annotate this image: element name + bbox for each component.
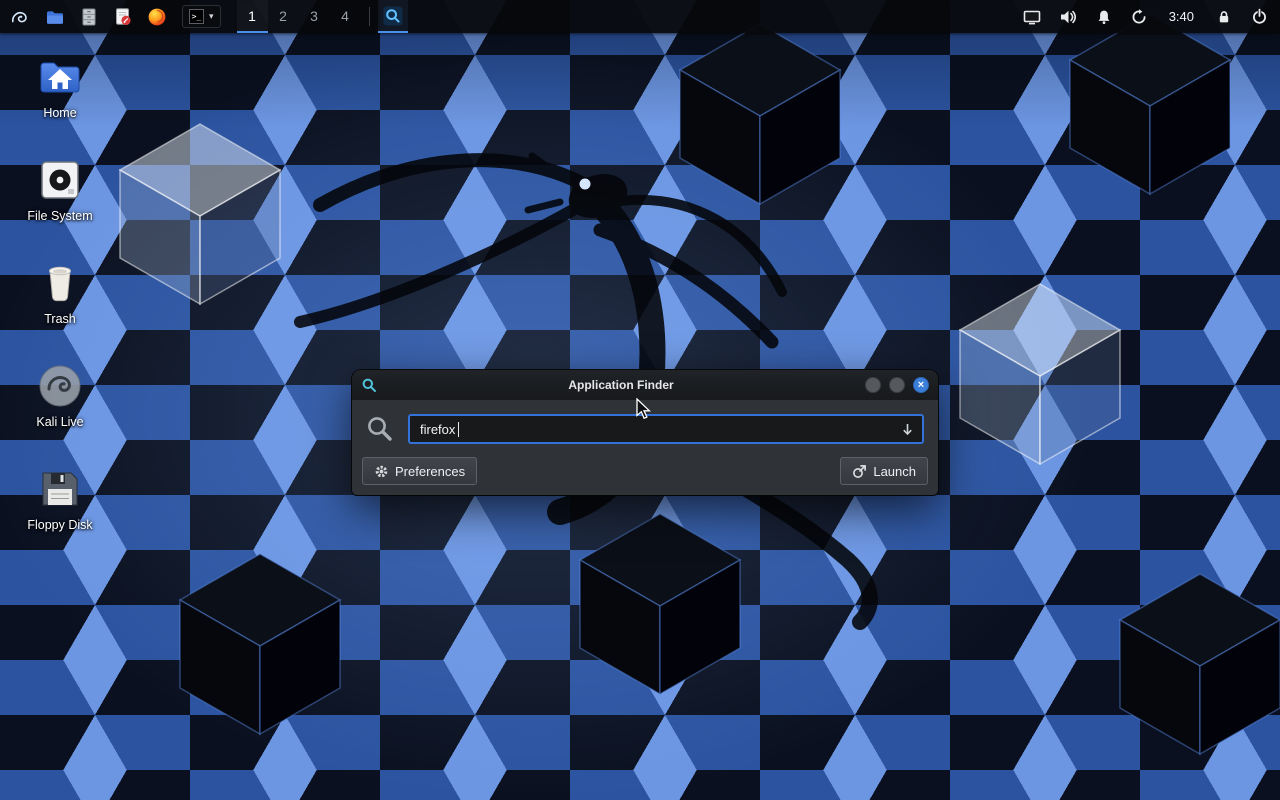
window-body: firefox Preferences: [352, 400, 938, 495]
top-panel: >_ ▾ 1 2 3 4: [0, 0, 1280, 33]
search-input[interactable]: firefox: [408, 414, 924, 444]
launch-button[interactable]: Launch: [840, 457, 928, 485]
lock-icon[interactable]: [1216, 9, 1232, 25]
folder-icon: [45, 7, 65, 27]
button-row: Preferences Launch: [362, 457, 928, 485]
drive-icon: [36, 156, 84, 204]
panel-spacer: [408, 0, 1023, 33]
text-editor-launcher[interactable]: [106, 0, 140, 33]
chevron-down-icon: ▾: [209, 11, 214, 22]
workspace-1-button[interactable]: 1: [237, 0, 268, 33]
preferences-button[interactable]: Preferences: [362, 457, 477, 485]
workspace-switcher: 1 2 3 4: [237, 0, 361, 33]
gear-icon: [374, 464, 389, 479]
text-caret: [458, 422, 459, 437]
launch-icon: [852, 464, 867, 479]
workspace-3-button[interactable]: 3: [299, 0, 330, 33]
desktop-icon-label: Kali Live: [36, 415, 83, 429]
display-icon[interactable]: [1023, 9, 1041, 25]
home-folder-icon: [36, 53, 84, 101]
system-tray: 3:40: [1023, 0, 1280, 33]
desktop-icon-floppy-disk[interactable]: Floppy Disk: [16, 465, 104, 532]
desktop-icon-trash[interactable]: Trash: [16, 259, 104, 326]
file-cabinet-launcher[interactable]: [72, 0, 106, 33]
application-finder-window: Application Finder × firefox: [352, 370, 938, 495]
trash-icon: [36, 259, 84, 307]
desktop: >_ ▾ 1 2 3 4: [0, 0, 1280, 800]
firefox-icon: [147, 7, 167, 27]
desktop-icon-file-system[interactable]: File System: [16, 156, 104, 223]
window-titlebar[interactable]: Application Finder ×: [352, 370, 938, 400]
power-icon[interactable]: [1251, 8, 1268, 25]
kali-dragon-icon: [10, 8, 29, 25]
kali-disc-icon: [36, 362, 84, 410]
updates-icon[interactable]: [1131, 9, 1147, 25]
taskbar-application-finder-button[interactable]: [378, 0, 408, 33]
kali-menu-button[interactable]: [0, 0, 38, 33]
preferences-label: Preferences: [395, 464, 465, 479]
launch-label: Launch: [873, 464, 916, 479]
firefox-launcher[interactable]: [140, 0, 174, 33]
desktop-icon-label: File System: [27, 209, 92, 223]
window-title: Application Finder: [377, 378, 865, 392]
desktop-icon-label: Home: [43, 106, 76, 120]
window-controls: ×: [865, 377, 929, 393]
clock[interactable]: 3:40: [1166, 9, 1197, 24]
volume-icon[interactable]: [1060, 9, 1077, 25]
desktop-icon-kali-live[interactable]: Kali Live: [16, 362, 104, 429]
file-manager-launcher[interactable]: [38, 0, 72, 33]
magnifier-icon: [383, 6, 403, 26]
terminal-icon: >_: [189, 9, 204, 24]
desktop-icon-home[interactable]: Home: [16, 53, 104, 120]
workspace-4-button[interactable]: 4: [330, 0, 361, 33]
desktop-icon-label: Floppy Disk: [27, 518, 92, 532]
dropdown-arrow-icon[interactable]: [900, 422, 915, 437]
notifications-bell-icon[interactable]: [1096, 9, 1112, 25]
desktop-icon-label: Trash: [44, 312, 76, 326]
search-input-value: firefox: [420, 422, 455, 437]
workspace-2-button[interactable]: 2: [268, 0, 299, 33]
cabinet-icon: [79, 7, 99, 27]
terminal-selector[interactable]: >_ ▾: [182, 5, 221, 28]
desktop-icon-column: Home File System Trash: [16, 53, 104, 532]
close-button[interactable]: ×: [913, 377, 929, 393]
minimize-button[interactable]: [865, 377, 881, 393]
search-row: firefox: [362, 414, 928, 444]
document-edit-icon: [113, 7, 133, 27]
panel-separator: [369, 7, 370, 26]
search-icon: [366, 415, 394, 443]
application-finder-app-icon: [361, 377, 377, 393]
floppy-icon: [36, 465, 84, 513]
maximize-button[interactable]: [889, 377, 905, 393]
